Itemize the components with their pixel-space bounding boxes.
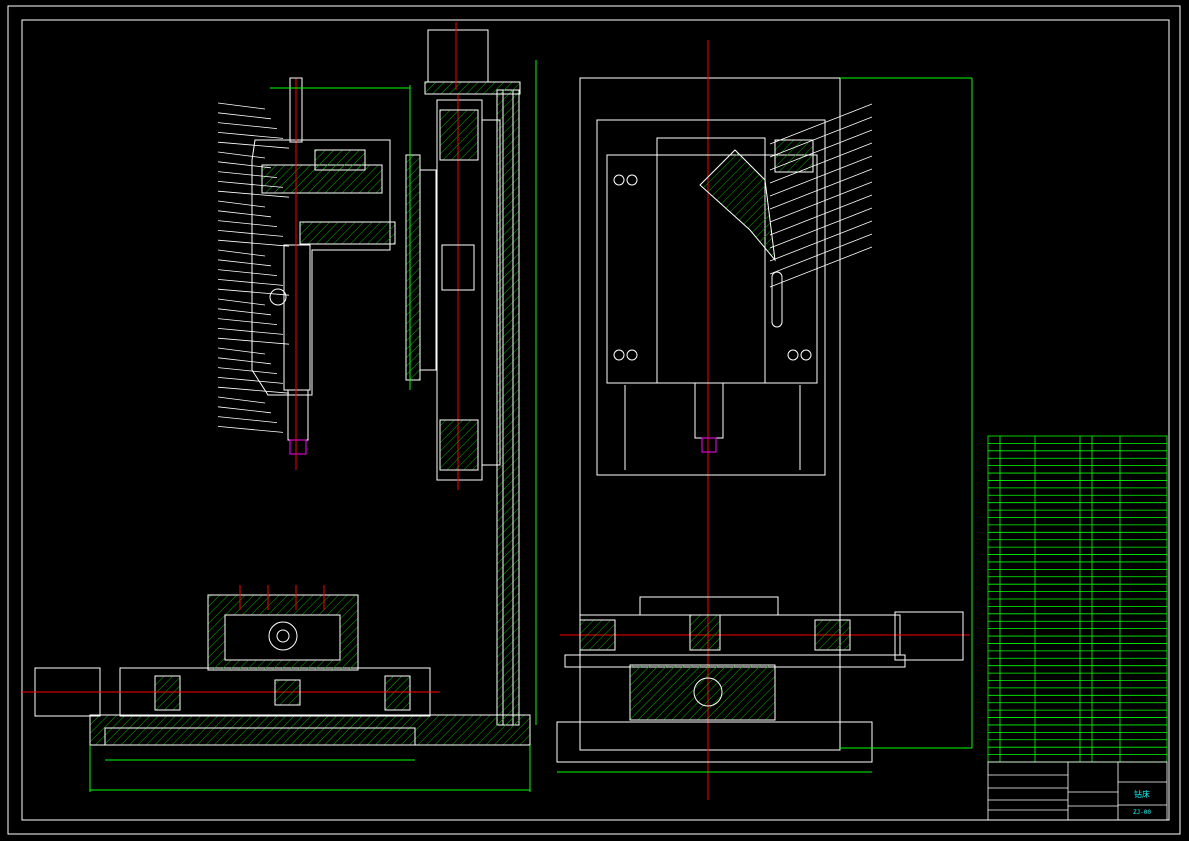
leader-line (217, 259, 272, 267)
leader-line (217, 200, 266, 208)
leader-line (217, 151, 266, 159)
leader-line (217, 279, 284, 286)
parts-list (987, 435, 1168, 763)
leader-line (217, 239, 290, 247)
left-view (22, 22, 537, 792)
top-bracket (424, 81, 521, 95)
leader-line (217, 328, 284, 335)
leader-line (217, 416, 278, 423)
leader-line (769, 103, 873, 145)
slide-plate (405, 154, 421, 381)
right-base (556, 721, 873, 763)
inner-border (21, 19, 1170, 821)
leader-line (769, 220, 873, 262)
leader-line (217, 367, 278, 374)
leader-line (217, 337, 290, 345)
leader-line (217, 406, 272, 414)
leader-line (217, 249, 266, 257)
leader-line (217, 396, 266, 404)
right-view (556, 40, 973, 800)
leader-line (217, 230, 284, 237)
leader-line (217, 308, 272, 316)
leader-line (769, 233, 873, 275)
leader-line (769, 246, 873, 288)
base (89, 714, 531, 746)
leader-line (217, 426, 284, 433)
leader-line (217, 357, 272, 365)
leader-line (769, 116, 873, 158)
right-leader-lines (769, 103, 873, 288)
leader-line (217, 347, 266, 355)
leader-line (217, 132, 284, 139)
leader-line (217, 210, 272, 218)
right-motor (894, 611, 964, 661)
leader-line (769, 207, 873, 249)
leader-line (217, 122, 278, 129)
leader-line (769, 194, 873, 236)
guide-frame (596, 119, 826, 476)
leader-line (217, 318, 278, 325)
leader-line (217, 102, 266, 110)
drawing-title: 钻床 (1134, 789, 1150, 799)
leader-line (217, 298, 266, 306)
leader-line (217, 269, 278, 276)
leader-line (769, 168, 873, 210)
leader-line (217, 386, 290, 394)
cad-drawing-sheet: 钻床 ZJ-00 (7, 5, 1181, 835)
leader-line (217, 377, 284, 384)
top-motor (427, 29, 489, 83)
leader-line (217, 112, 272, 120)
spindle-quill (283, 244, 311, 391)
drawing-number: ZJ-00 (1133, 809, 1151, 816)
leader-line (217, 220, 278, 227)
leader-line (769, 181, 873, 223)
leader-line (217, 288, 290, 296)
